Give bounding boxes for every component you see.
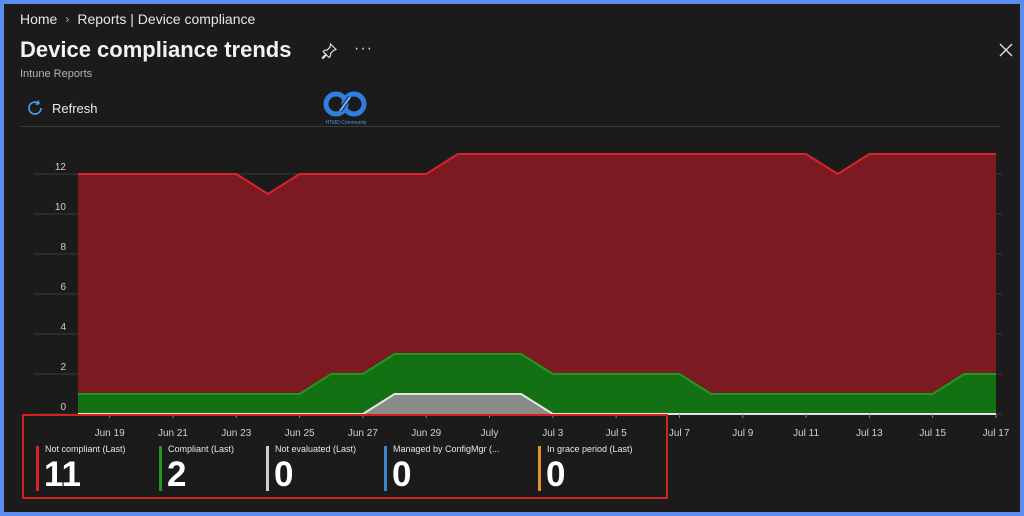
legend-color-bar bbox=[36, 446, 39, 491]
close-icon[interactable] bbox=[998, 42, 1014, 58]
y-tick-label-10: 10 bbox=[55, 202, 67, 213]
y-tick-label-8: 8 bbox=[60, 242, 66, 253]
legend-label: Not evaluated (Last) bbox=[275, 444, 357, 454]
refresh-icon bbox=[28, 100, 42, 115]
refresh-label: Refresh bbox=[52, 100, 98, 116]
legend-label: Managed by ConfigMgr (... bbox=[393, 444, 500, 454]
y-tick-label-6: 6 bbox=[60, 282, 66, 293]
legend-value: 0 bbox=[392, 455, 412, 494]
legend-color-bar bbox=[384, 446, 387, 491]
legend-label: Not compliant (Last) bbox=[45, 444, 126, 454]
x-tick-label-11: Jul 11 bbox=[793, 428, 819, 439]
x-tick-label-13: Jul 15 bbox=[919, 428, 946, 439]
y-tick-label-2: 2 bbox=[60, 362, 66, 373]
page-title: Device compliance trends bbox=[20, 37, 292, 62]
legend-color-bar bbox=[538, 446, 541, 491]
report-panel: Home › Reports | Device compliance Devic… bbox=[4, 4, 1020, 512]
y-tick-label-12: 12 bbox=[55, 162, 67, 173]
x-tick-label-14: Jul 17 bbox=[983, 428, 1010, 439]
toolbar-divider bbox=[20, 126, 1000, 127]
legend-value: 0 bbox=[546, 455, 566, 494]
legend-value: 2 bbox=[167, 455, 187, 494]
breadcrumb-home[interactable]: Home bbox=[20, 11, 57, 27]
refresh-button[interactable]: Refresh bbox=[26, 99, 98, 117]
y-tick-label-0: 0 bbox=[60, 402, 66, 413]
page-subtitle: Intune Reports bbox=[20, 68, 93, 80]
htmd-logo-icon: HTMD Community bbox=[323, 91, 367, 126]
legend-label: In grace period (Last) bbox=[547, 444, 633, 454]
breadcrumb-separator: › bbox=[65, 12, 70, 26]
y-tick-label-4: 4 bbox=[60, 322, 66, 333]
breadcrumb: Home › Reports | Device compliance bbox=[20, 11, 255, 27]
x-tick-label-9: Jul 7 bbox=[669, 428, 691, 439]
more-options-icon[interactable]: ··· bbox=[354, 40, 373, 58]
legend-value: 11 bbox=[44, 455, 81, 494]
legend-color-bar bbox=[159, 446, 162, 491]
watermark-logo: HTMD Community bbox=[316, 89, 376, 129]
pin-icon[interactable] bbox=[320, 42, 338, 60]
series-area-not-compliant bbox=[78, 154, 996, 394]
x-tick-label-10: Jul 9 bbox=[732, 428, 754, 439]
x-tick-label-12: Jul 13 bbox=[856, 428, 883, 439]
legend-highlight-box bbox=[22, 414, 668, 499]
compliance-area-chart: 024681012Jun 19 Jun 21 Jun 23 Jun 25 Jun 27 J… bbox=[34, 153, 1010, 439]
legend-label: Compliant (Last) bbox=[168, 444, 235, 454]
legend-color-bar bbox=[266, 446, 269, 491]
legend-value: 0 bbox=[274, 455, 294, 494]
breadcrumb-reports[interactable]: Reports | Device compliance bbox=[77, 11, 255, 27]
